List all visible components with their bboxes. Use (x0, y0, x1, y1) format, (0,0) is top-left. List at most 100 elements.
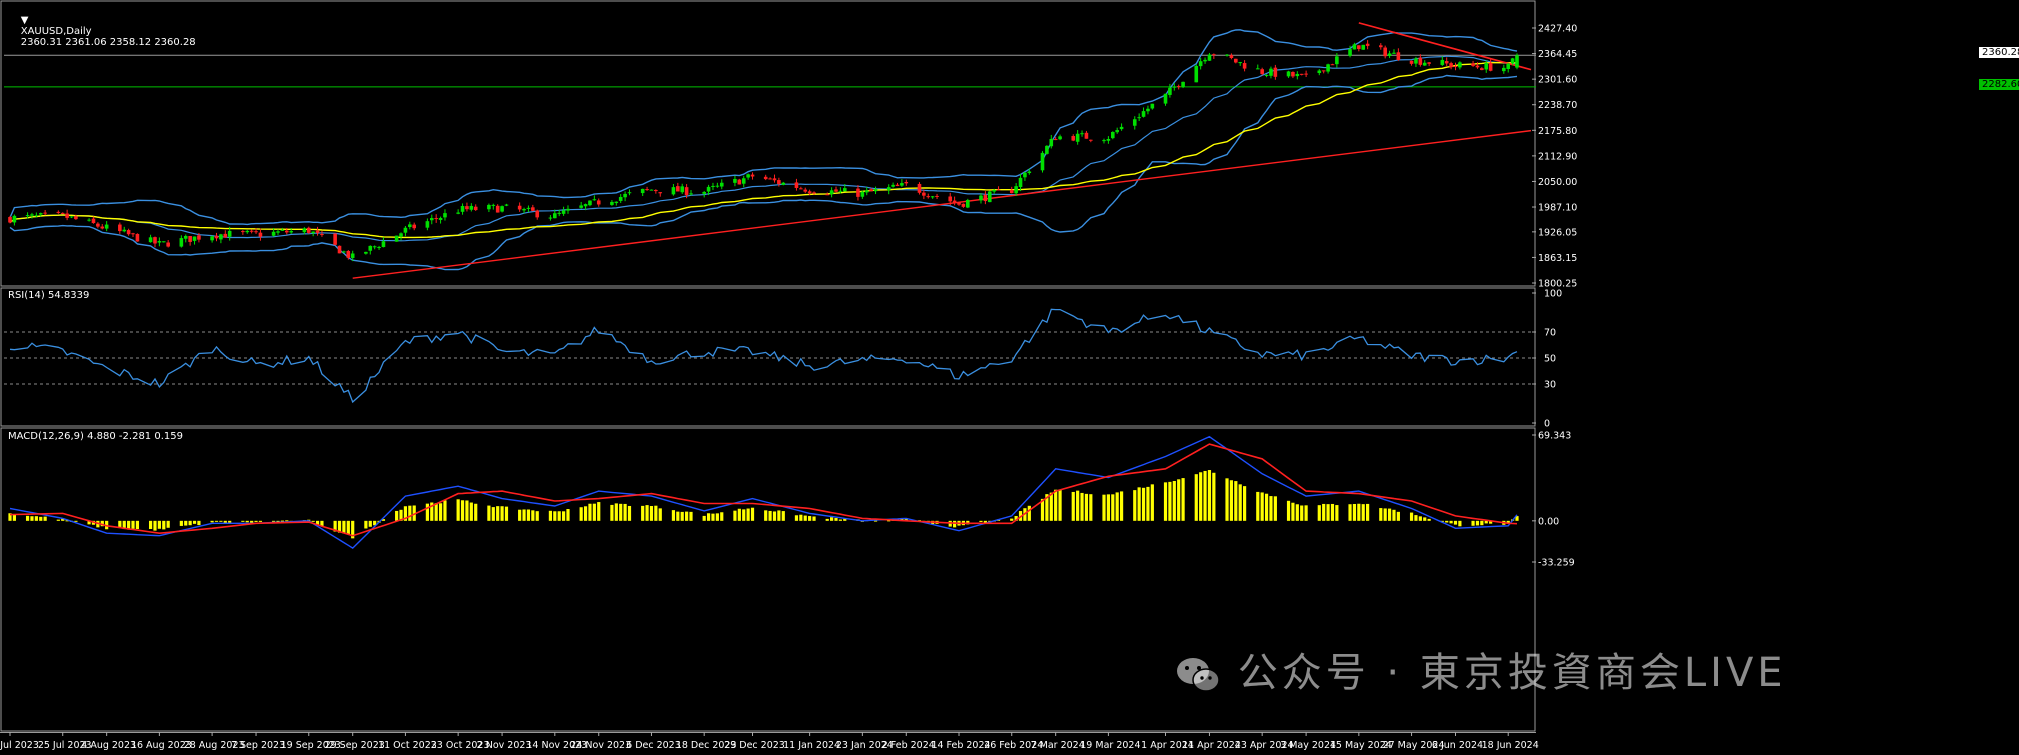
candle-body (1427, 62, 1431, 64)
rsi-chart[interactable]: 100 70 50 30 0 (0, 287, 2019, 427)
candle-body (1458, 62, 1462, 68)
candle-body (548, 217, 553, 219)
macd-histogram-bar (1427, 518, 1431, 521)
candle-body (1119, 126, 1124, 130)
candle-body (838, 190, 843, 192)
candle-body (1484, 63, 1489, 70)
candle-body (794, 182, 799, 188)
price-tick-label: 2427.40 (1538, 24, 1577, 35)
candle-body (834, 189, 838, 192)
macd-histogram-bar (812, 516, 816, 521)
candle-body (153, 237, 157, 244)
macd-histogram-bar (346, 520, 350, 535)
candle-body (425, 221, 430, 228)
macd-histogram-bar (443, 500, 447, 521)
macd-histogram-bar (1049, 492, 1053, 521)
price-tick-label: 1800.25 (1538, 279, 1577, 288)
macd-histogram-bar (1348, 504, 1352, 521)
candle-body (561, 210, 566, 214)
candle-body (842, 188, 847, 192)
candle-body (1365, 43, 1370, 46)
macd-histogram-bar (487, 505, 491, 521)
macd-histogram-bar (1291, 502, 1295, 521)
macd-histogram-bar (56, 519, 60, 521)
candle-body (166, 242, 170, 247)
candle-body (1212, 54, 1216, 56)
candle-body (1348, 49, 1352, 56)
macd-histogram-bar (953, 520, 957, 528)
candle-body (1475, 65, 1480, 68)
candle-body (1383, 47, 1387, 57)
time-tick-label: 11 Apr 2024 (1182, 740, 1241, 751)
candle-body (1396, 52, 1401, 61)
rsi-header: RSI(14) 54.8339 (8, 290, 90, 301)
candle-body (372, 246, 377, 248)
macd-histogram-bar (460, 500, 465, 521)
candle-body (1422, 62, 1427, 66)
candle-body (922, 192, 926, 196)
price-chart[interactable]: 2427.40 2364.45 2301.60 2238.70 2175.80 2112.… (0, 0, 2019, 287)
macd-histogram-bar (1141, 487, 1146, 521)
candle-body (1075, 133, 1080, 142)
candle-body (645, 189, 649, 191)
candle-body (504, 204, 509, 206)
macd-histogram-bar (566, 509, 570, 521)
time-tick-label: 2 Feb 2024 (882, 740, 935, 751)
candle-body (1269, 68, 1273, 76)
macd-histogram-bar (34, 516, 38, 521)
candle-body (1194, 65, 1199, 83)
macd-histogram-bar (715, 513, 719, 521)
macd-histogram-bar (561, 511, 566, 521)
candle-body (829, 190, 834, 195)
candle-body (43, 212, 47, 214)
macd-histogram-bar (671, 510, 676, 521)
macd-histogram-bar (153, 520, 157, 531)
candle-body (737, 179, 742, 185)
candle-body (118, 224, 122, 232)
macd-histogram-bar (1150, 484, 1154, 521)
time-tick-label: 29 Dec 2023 (724, 740, 785, 751)
candle-body (302, 228, 307, 233)
candle-body (1137, 117, 1141, 119)
macd-histogram-bar (1242, 486, 1247, 521)
candle-body (535, 210, 540, 218)
macd-header: MACD(12,26,9) 4.880 -2.281 0.159 (8, 431, 183, 442)
candle-body (768, 178, 772, 180)
macd-histogram-bar (979, 520, 983, 523)
candle-body (1163, 93, 1168, 104)
macd-histogram-bar (1076, 490, 1080, 521)
price-panel[interactable]: 2427.40 2364.45 2301.60 2238.70 2175.80 2112.… (0, 0, 2019, 287)
macd-histogram-bar (25, 515, 30, 521)
candle-body (966, 199, 970, 208)
candle-body (271, 231, 276, 236)
macd-histogram-bar (583, 506, 588, 521)
macd-histogram-bar (1273, 496, 1277, 521)
rsi-panel[interactable]: 100 70 50 30 0 RSI(14) 54.8339 (0, 287, 2019, 427)
macd-histogram-bar (1234, 481, 1238, 521)
macd-histogram-bar (557, 511, 561, 521)
macd-histogram-bar (830, 517, 834, 521)
candle-body (157, 241, 162, 243)
macd-histogram-bar (1260, 492, 1264, 521)
candle-body (465, 206, 469, 210)
candle-body (8, 217, 12, 223)
candle-body (438, 217, 443, 220)
candle-body (1080, 133, 1084, 135)
price-tick-label: 2364.45 (1538, 49, 1577, 60)
candle-body (1440, 59, 1445, 65)
candle-body (886, 187, 891, 191)
time-tick-label: 6 Jun 2024 (1432, 740, 1483, 751)
collapse-triangle-icon[interactable]: ▼ (21, 15, 29, 26)
candle-body (588, 200, 592, 206)
macd-histogram-bar (438, 503, 443, 521)
candle-body (320, 234, 324, 236)
macd-histogram-bar (1146, 486, 1150, 521)
candle-body (284, 230, 289, 233)
candle-body (873, 189, 878, 192)
candle-body (1089, 139, 1093, 141)
candle-body (1444, 61, 1449, 64)
macd-histogram-bar (794, 515, 799, 521)
macd-histogram-bar (1445, 520, 1449, 523)
macd-histogram-bar (1172, 481, 1176, 521)
rsi-tick-label: 100 (1544, 289, 1562, 300)
